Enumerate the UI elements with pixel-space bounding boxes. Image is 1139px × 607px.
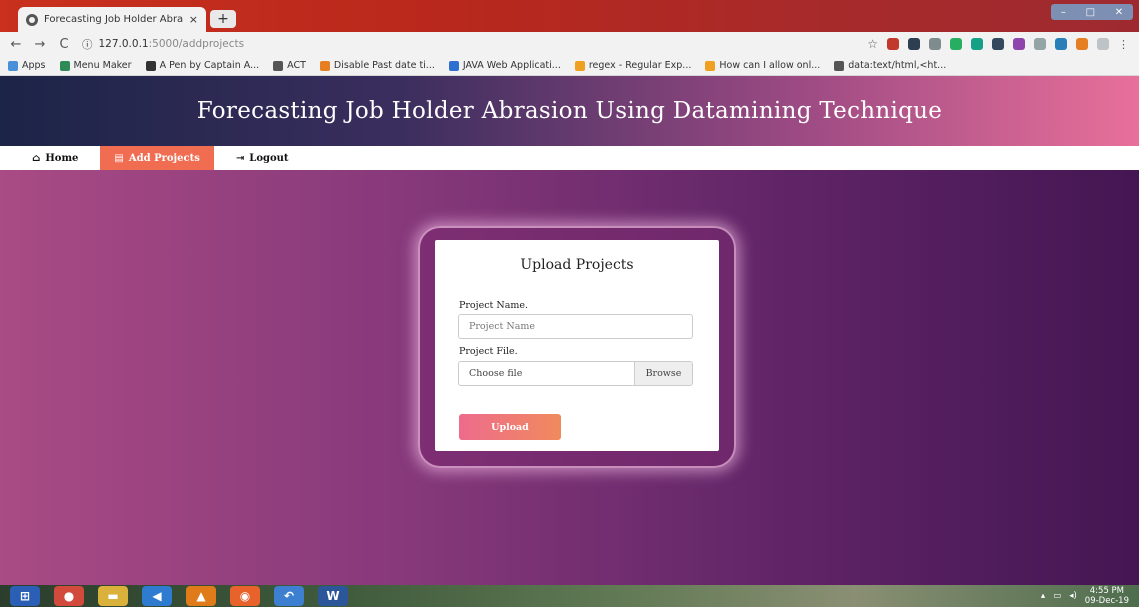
forward-arrow-icon[interactable]: → — [34, 37, 46, 52]
nav-add-projects-label: Add Projects — [128, 152, 200, 164]
browser-tab-strip: Forecasting Job Holder Abrasion × + – □ … — [0, 0, 1139, 32]
project-name-input[interactable]: Project Name — [458, 314, 693, 339]
bookmark-item[interactable]: ACT — [273, 60, 306, 71]
star-bookmark-icon[interactable]: ☆ — [867, 37, 878, 51]
bookmark-label: JAVA Web Applicati... — [462, 60, 561, 71]
network-icon[interactable]: ▭ — [1053, 591, 1061, 601]
extension-icons: ☆ ⋮ — [867, 37, 1129, 51]
minimize-button[interactable]: – — [1061, 7, 1066, 18]
info-icon[interactable]: ⓘ — [82, 37, 93, 52]
start-button-icon[interactable]: ⊞ — [10, 586, 40, 606]
chrome-icon[interactable]: ● — [54, 586, 84, 606]
project-file-input[interactable]: Choose file Browse — [458, 361, 693, 386]
word-icon[interactable]: W — [318, 586, 348, 606]
nav-logout[interactable]: ⇥ Logout — [222, 146, 303, 170]
extension-icon[interactable] — [1055, 38, 1067, 50]
extension-icon[interactable] — [1097, 38, 1109, 50]
firefox-icon[interactable]: ◉ — [230, 586, 260, 606]
bookmark-icon — [273, 60, 284, 71]
nav-home[interactable]: ⌂ Home — [18, 146, 92, 170]
extension-icon[interactable] — [929, 38, 941, 50]
address-bar[interactable]: ⓘ 127.0.0.1:5000/addprojects — [82, 37, 244, 52]
bookmark-item[interactable]: Apps — [8, 60, 46, 71]
form-heading: Upload Projects — [520, 257, 634, 273]
bookmark-item[interactable]: Disable Past date ti... — [319, 60, 435, 71]
bookmark-icon — [59, 60, 70, 71]
nav-add-projects[interactable]: ▤ Add Projects — [100, 146, 214, 170]
back-arrow-app-icon[interactable]: ↶ — [274, 586, 304, 606]
bookmark-item[interactable]: Menu Maker — [59, 60, 132, 71]
volume-icon[interactable]: ◂) — [1069, 591, 1077, 601]
system-tray: ▴ ▭ ◂) 4:55 PM 09-Dec-19 — [1041, 586, 1129, 606]
bookmark-item[interactable]: A Pen by Captain A... — [145, 60, 260, 71]
vlc-icon[interactable]: ▲ — [186, 586, 216, 606]
extension-icon[interactable] — [1013, 38, 1025, 50]
url-host: 127.0.0.1 — [98, 38, 149, 50]
clock[interactable]: 4:55 PM 09-Dec-19 — [1085, 586, 1129, 606]
globe-icon — [26, 13, 38, 26]
nav-logout-label: Logout — [249, 152, 289, 164]
os-taskbar: ⊞ ● ▬ ◀ ▲ ◉ ↶ W ▴ ▭ ◂) 4:55 PM 09-Dec-19 — [0, 585, 1139, 607]
extension-icon[interactable] — [1034, 38, 1046, 50]
bookmark-item[interactable]: How can I allow onl... — [705, 60, 820, 71]
tray-arrow-icon[interactable]: ▴ — [1041, 591, 1045, 601]
clock-time: 4:55 PM — [1089, 586, 1125, 596]
home-icon: ⌂ — [32, 152, 41, 164]
logout-icon: ⇥ — [235, 152, 245, 164]
bookmark-icon — [705, 60, 716, 71]
bookmark-icon — [145, 60, 156, 71]
nav-home-label: Home — [45, 152, 79, 164]
web-page: Forecasting Job Holder Abrasion Using Da… — [0, 76, 1139, 585]
browser-menu-icon[interactable]: ⋮ — [1118, 38, 1129, 51]
back-arrow-icon[interactable]: ← — [10, 37, 22, 52]
main-content: Upload Projects Project Name. Project Na… — [0, 170, 1139, 585]
window-controls: – □ ✕ — [1051, 4, 1133, 20]
tab-close-icon[interactable]: × — [189, 13, 198, 26]
file-icon: ▤ — [114, 152, 124, 164]
bookmarks-bar: Apps Menu Maker A Pen by Captain A... ACT Di… — [0, 56, 1139, 76]
bookmark-item[interactable]: data:text/html,<ht... — [834, 60, 946, 71]
extension-icon[interactable] — [887, 38, 899, 50]
clock-date: 09-Dec-19 — [1084, 596, 1129, 606]
bookmark-label: Apps — [22, 60, 46, 71]
file-placeholder[interactable]: Choose file — [459, 362, 634, 385]
bookmark-icon — [8, 60, 18, 71]
project-file-label: Project File. — [459, 346, 518, 357]
bookmark-icon — [574, 60, 585, 71]
upload-card: Upload Projects Project Name. Project Na… — [435, 240, 719, 451]
reload-icon[interactable]: C — [58, 37, 70, 52]
site-header: Forecasting Job Holder Abrasion Using Da… — [0, 76, 1139, 146]
bookmark-item[interactable]: JAVA Web Applicati... — [448, 60, 561, 71]
bookmark-label: data:text/html,<ht... — [848, 60, 947, 71]
browser-toolbar: ← → C ⓘ 127.0.0.1:5000/addprojects ☆ ⋮ — [0, 32, 1139, 56]
tab-title: Forecasting Job Holder Abrasion — [44, 14, 183, 25]
project-name-label: Project Name. — [459, 300, 529, 311]
maximize-button[interactable]: □ — [1086, 7, 1095, 18]
bookmark-label: Disable Past date ti... — [333, 60, 435, 71]
extension-icon[interactable] — [950, 38, 962, 50]
site-nav: ⌂ Home ▤ Add Projects ⇥ Logout — [0, 146, 1139, 170]
bookmark-label: Menu Maker — [73, 60, 132, 71]
folder-icon[interactable]: ▬ — [98, 586, 128, 606]
browser-tab[interactable]: Forecasting Job Holder Abrasion × — [18, 7, 206, 32]
bookmark-label: ACT — [287, 60, 306, 71]
upload-button[interactable]: Upload — [459, 414, 561, 440]
bookmark-icon — [834, 60, 845, 71]
new-tab-button[interactable]: + — [210, 10, 236, 28]
bookmark-label: A Pen by Captain A... — [159, 60, 260, 71]
url-path: :5000/addprojects — [148, 38, 245, 50]
bookmark-icon — [448, 60, 459, 71]
bookmark-label: How can I allow onl... — [719, 60, 821, 71]
close-window-button[interactable]: ✕ — [1115, 7, 1123, 18]
site-title: Forecasting Job Holder Abrasion Using Da… — [196, 98, 943, 124]
bookmark-label: regex - Regular Exp... — [588, 60, 692, 71]
extension-icon[interactable] — [971, 38, 983, 50]
extension-icon[interactable] — [1076, 38, 1088, 50]
bookmark-item[interactable]: regex - Regular Exp... — [574, 60, 692, 71]
vscode-icon[interactable]: ◀ — [142, 586, 172, 606]
extension-icon[interactable] — [908, 38, 920, 50]
extension-icon[interactable] — [992, 38, 1004, 50]
bookmark-icon — [319, 60, 330, 71]
browse-button[interactable]: Browse — [634, 362, 692, 385]
